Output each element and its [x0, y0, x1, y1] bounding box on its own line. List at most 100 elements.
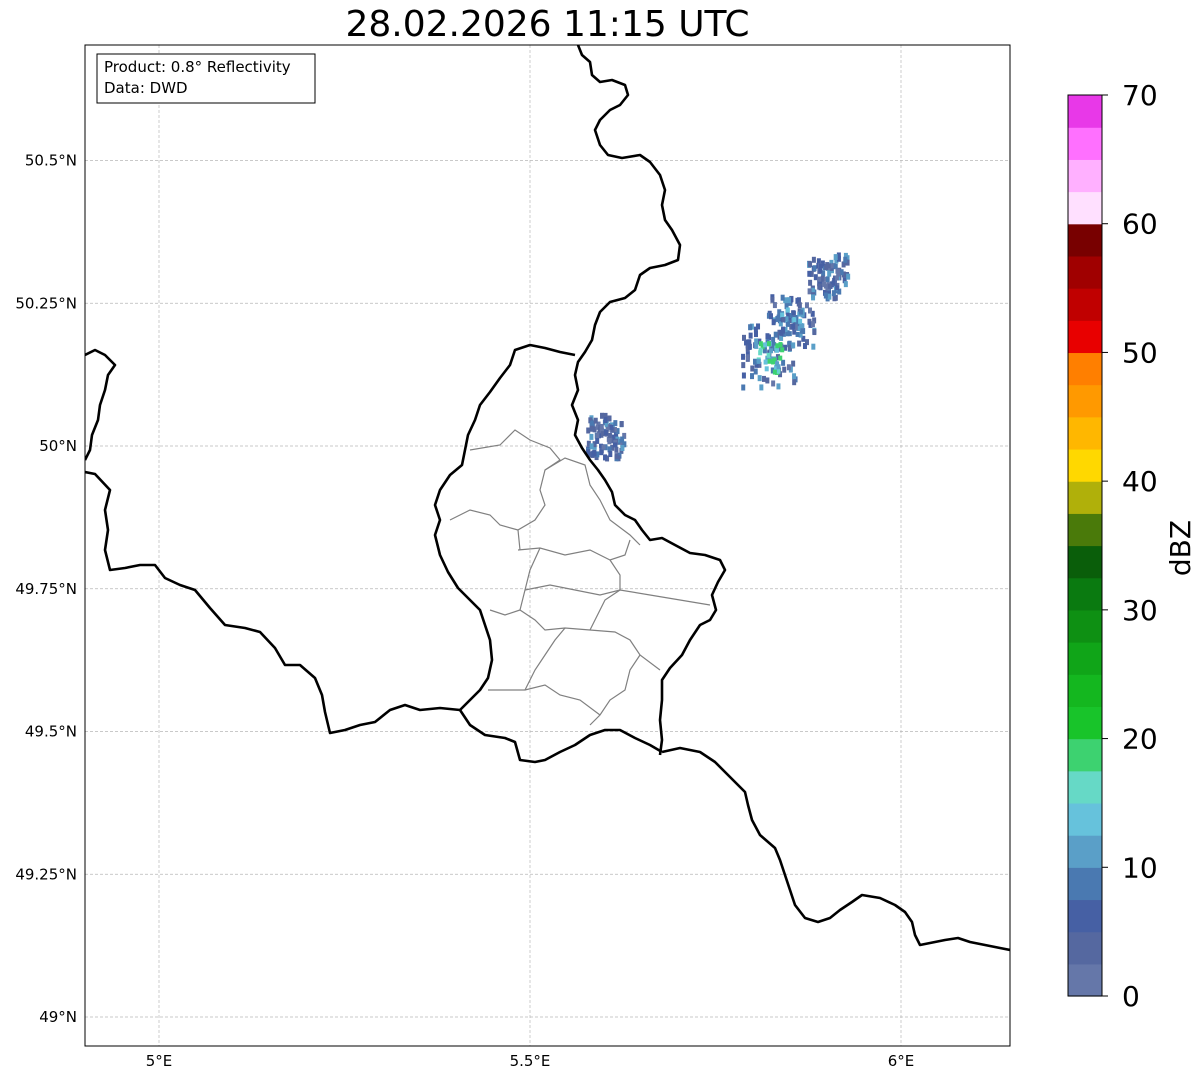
echo-bin [800, 328, 805, 334]
colorbar-segment [1068, 867, 1102, 901]
echo-bin [825, 276, 830, 283]
colorbar-ticks: 0 10 20 30 40 50 60 70 [1102, 79, 1158, 1013]
colorbar-segment [1068, 963, 1102, 997]
colorbar-tick-label: 30 [1122, 594, 1158, 627]
echo-bin [756, 323, 761, 330]
echo-bin [603, 417, 608, 424]
colorbar-segment [1068, 352, 1102, 386]
echo-bin [589, 443, 594, 450]
colorbar-segment [1068, 288, 1102, 321]
echo-bin [808, 307, 813, 314]
colorbar-segment [1068, 481, 1102, 514]
colorbar-segment [1068, 642, 1102, 675]
echo-bin [753, 368, 758, 375]
echo-bin [773, 331, 778, 338]
lat-tick-label: 50.5°N [25, 152, 77, 170]
echo-bin [599, 423, 604, 429]
colorbar-segment [1068, 255, 1102, 289]
echo-bin [792, 379, 797, 386]
echo-bin [831, 280, 836, 286]
colorbar-segment [1068, 802, 1102, 836]
echo-bin [843, 256, 848, 263]
echo-bin [607, 432, 612, 438]
echo-bin [785, 307, 790, 313]
colorbar [1067, 94, 1103, 997]
echo-bin [812, 329, 817, 336]
echo-bin [781, 359, 786, 366]
echo-bin [766, 352, 771, 358]
echo-bin [808, 261, 813, 268]
echo-bin [808, 279, 813, 286]
echo-bin [753, 358, 758, 365]
echo-bin [827, 283, 832, 289]
echo-bin [748, 332, 753, 339]
echo-bin [771, 359, 776, 365]
echo-bin [822, 281, 827, 287]
colorbar-segment [1068, 513, 1102, 547]
colorbar-tick-label: 0 [1122, 980, 1140, 1013]
lon-tick-label: 6°E [888, 1052, 915, 1070]
lon-tick-label: 5°E [146, 1052, 173, 1070]
echo-bin [843, 281, 848, 288]
echo-bin [775, 343, 780, 349]
echo-bin [589, 425, 594, 432]
echo-bin [798, 318, 803, 324]
colorbar-segment [1068, 835, 1102, 868]
colorbar-segment [1068, 770, 1102, 804]
echo-bin [750, 365, 755, 372]
colorbar-segment [1068, 577, 1102, 611]
echo-bin [785, 321, 790, 327]
colorbar-tick-label: 60 [1122, 208, 1158, 241]
echo-bin [810, 321, 815, 328]
echo-bin [748, 324, 753, 331]
echo-bin [792, 317, 797, 323]
colorbar-segment [1068, 191, 1102, 225]
echo-bin [807, 270, 812, 277]
echo-bin [823, 292, 828, 299]
echo-bin [781, 317, 786, 323]
echo-bin [586, 427, 591, 434]
echo-bin [747, 343, 752, 350]
echo-bin [765, 333, 770, 340]
echo-bin [780, 347, 785, 353]
echo-bin [593, 417, 598, 424]
echo-bin [795, 331, 800, 337]
echo-bin [741, 334, 746, 341]
echo-bin [786, 364, 791, 371]
colorbar-segment [1068, 899, 1102, 933]
colorbar-segment [1068, 384, 1102, 418]
colorbar-segment [1068, 127, 1102, 160]
echo-bin [797, 340, 802, 347]
echo-bin [818, 268, 823, 274]
echo-bin [833, 254, 838, 261]
echo-bin [771, 319, 776, 326]
echo-bin [802, 343, 807, 350]
colorbar-segment [1068, 545, 1102, 579]
echo-bin [817, 276, 822, 282]
colorbar-label: dBZ [1164, 520, 1197, 576]
echo-bin [599, 449, 604, 456]
colorbar-segment [1068, 159, 1102, 193]
echo-bin [807, 288, 812, 295]
echo-bin [741, 372, 746, 379]
echo-bin [589, 433, 594, 440]
echo-bin [607, 437, 612, 443]
echo-bin [745, 354, 750, 361]
echo-bin [763, 342, 768, 348]
echo-bin [778, 355, 783, 361]
echo-bin [603, 454, 608, 461]
echo-bin [614, 446, 619, 453]
echo-bin [761, 375, 766, 382]
echo-bin [833, 263, 838, 269]
echo-bin [600, 412, 605, 419]
colorbar-segment [1068, 674, 1102, 707]
colorbar-tick-label: 50 [1122, 336, 1158, 369]
echo-bin [750, 373, 755, 380]
echo-bin [763, 359, 768, 365]
echo-bin [827, 293, 832, 300]
echo-bin [834, 275, 839, 281]
echo-bin [774, 347, 779, 353]
echo-bin [811, 256, 816, 263]
echo-bin [811, 343, 816, 350]
echo-bin [753, 331, 758, 338]
